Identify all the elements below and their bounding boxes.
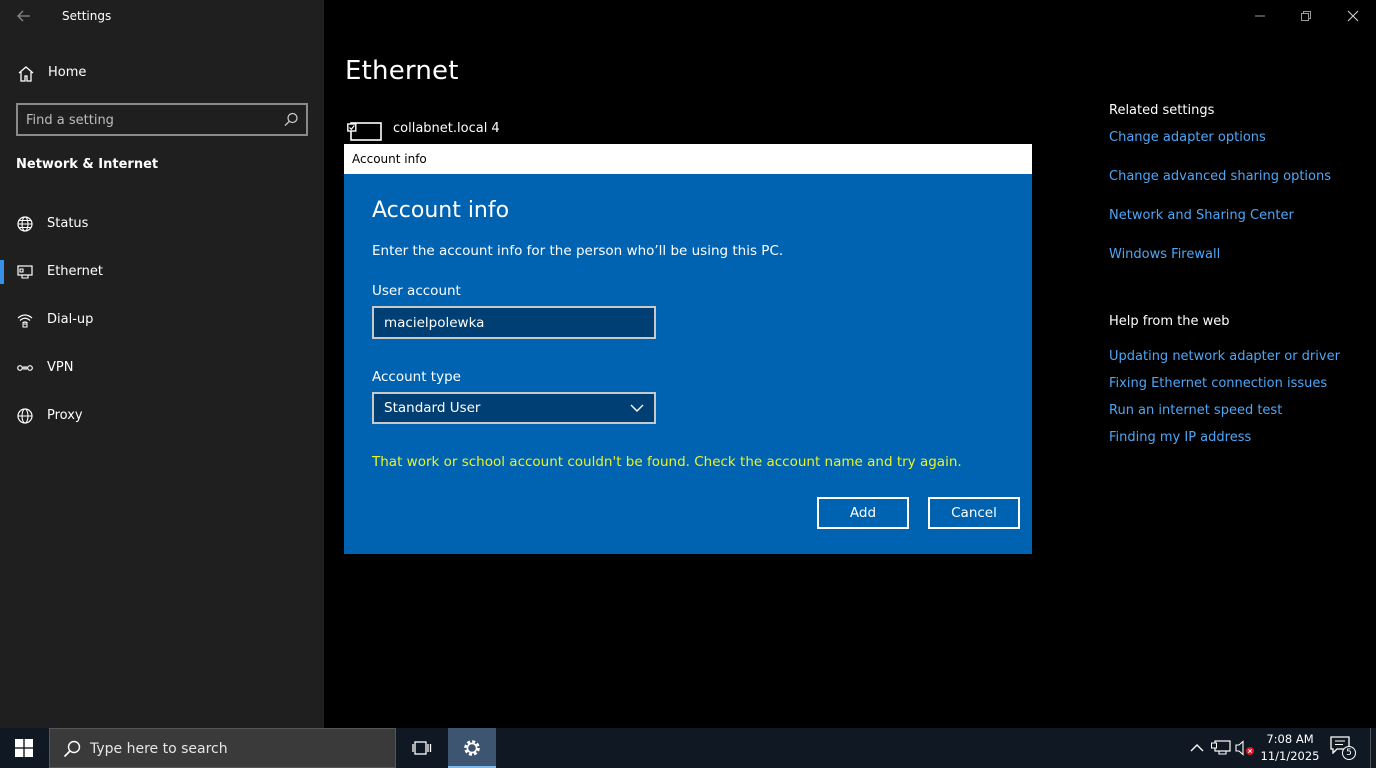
help-link-updating-driver[interactable]: Updating network adapter or driver [1109,349,1340,364]
sidebar-item-home[interactable]: Home [0,56,324,92]
page-title: Ethernet [345,56,459,86]
close-icon [1347,10,1359,22]
help-from-web-heading: Help from the web [1109,314,1230,329]
network-tray-icon [1211,740,1231,755]
sidebar-item-label: Dial-up [47,312,94,327]
user-account-input[interactable] [384,313,634,333]
start-button[interactable] [0,728,48,768]
task-view-button[interactable] [400,728,444,768]
network-sharing-center-link[interactable]: Network and Sharing Center [1109,208,1294,223]
dialog-description: Enter the account info for the person wh… [372,243,784,259]
sidebar-item-ethernet[interactable]: Ethernet [0,252,324,292]
notification-count-badge: 5 [1342,746,1356,760]
error-message: That work or school account couldn't be … [372,454,962,470]
restore-button[interactable] [1291,4,1321,28]
sidebar-item-status[interactable]: Status [0,204,324,244]
taskbar-search-placeholder: Type here to search [90,741,228,757]
proxy-globe-icon [17,408,33,424]
show-desktop-button[interactable] [1370,728,1376,768]
section-title: Network & Internet [16,157,159,172]
change-adapter-options-link[interactable]: Change adapter options [1109,130,1266,145]
clock-time: 7:08 AM [1266,732,1314,746]
help-link-speed-test[interactable]: Run an internet speed test [1109,403,1282,418]
gear-icon [464,740,480,756]
minimize-button[interactable] [1245,4,1275,28]
taskbar: Type here to search 7:08 AM 11/1/2025 5 [0,728,1376,768]
sidebar-item-proxy[interactable]: Proxy [0,396,324,436]
add-button[interactable]: Add [817,497,909,529]
network-tray-button[interactable] [1211,738,1231,758]
user-account-label: User account [372,283,461,299]
status-globe-icon [17,216,33,232]
close-button[interactable] [1338,4,1368,28]
dialup-icon [17,314,33,328]
dialog-title-bar[interactable]: Account info [344,144,1032,174]
dialog-heading: Account info [372,198,510,223]
title-bar: Settings [0,0,324,34]
sidebar-item-label: Status [47,216,89,231]
ethernet-adapter-entry[interactable]: collabnet.local 4 [347,116,747,144]
help-link-ip-address[interactable]: Finding my IP address [1109,430,1251,445]
show-hidden-icons-button[interactable] [1187,738,1207,758]
app-title: Settings [62,9,112,23]
sidebar-item-label: Proxy [47,408,83,423]
search-icon [63,740,81,758]
account-type-label: Account type [372,369,461,385]
dialog-window-title: Account info [352,152,427,166]
back-arrow-icon [17,10,30,22]
sidebar-item-label: Ethernet [47,264,103,279]
restore-icon [1301,11,1311,21]
account-info-dialog: Account info Account info Enter the acco… [344,144,1032,554]
vpn-icon [17,365,33,371]
sidebar-item-label: VPN [47,360,74,375]
active-indicator [0,260,4,284]
volume-muted-icon [1235,740,1254,756]
volume-tray-button[interactable] [1235,738,1255,758]
taskbar-clock[interactable]: 7:08 AM 11/1/2025 [1260,731,1320,765]
windows-logo-icon [15,739,33,757]
sidebar-item-dialup[interactable]: Dial-up [0,300,324,340]
find-setting-search[interactable] [16,103,308,136]
taskbar-settings-app[interactable] [448,728,496,768]
clock-date: 11/1/2025 [1260,749,1320,763]
account-type-value: Standard User [384,400,481,416]
help-link-fixing-ethernet[interactable]: Fixing Ethernet connection issues [1109,376,1327,391]
ethernet-icon [17,265,33,279]
home-icon [18,66,34,82]
action-center-button[interactable]: 5 [1330,736,1356,760]
account-type-dropdown[interactable]: Standard User [372,392,656,424]
network-adapter-icon [347,122,382,141]
user-account-field[interactable] [372,306,656,339]
windows-firewall-link[interactable]: Windows Firewall [1109,247,1220,262]
adapter-name: collabnet.local 4 [393,121,500,136]
back-button[interactable] [10,4,38,28]
cancel-button[interactable]: Cancel [928,497,1020,529]
taskbar-search[interactable]: Type here to search [49,728,396,768]
related-settings-heading: Related settings [1109,103,1215,118]
search-icon[interactable] [282,111,300,129]
find-setting-input[interactable] [26,110,276,130]
task-view-icon [412,741,432,755]
change-advanced-sharing-link[interactable]: Change advanced sharing options [1109,169,1331,184]
minimize-icon [1255,15,1265,17]
sidebar-item-vpn[interactable]: VPN [0,348,324,388]
chevron-down-icon [630,404,644,412]
sidebar-item-label: Home [48,65,87,80]
chevron-up-icon [1190,744,1204,752]
sidebar: Settings Home Network & Internet Status … [0,0,324,728]
